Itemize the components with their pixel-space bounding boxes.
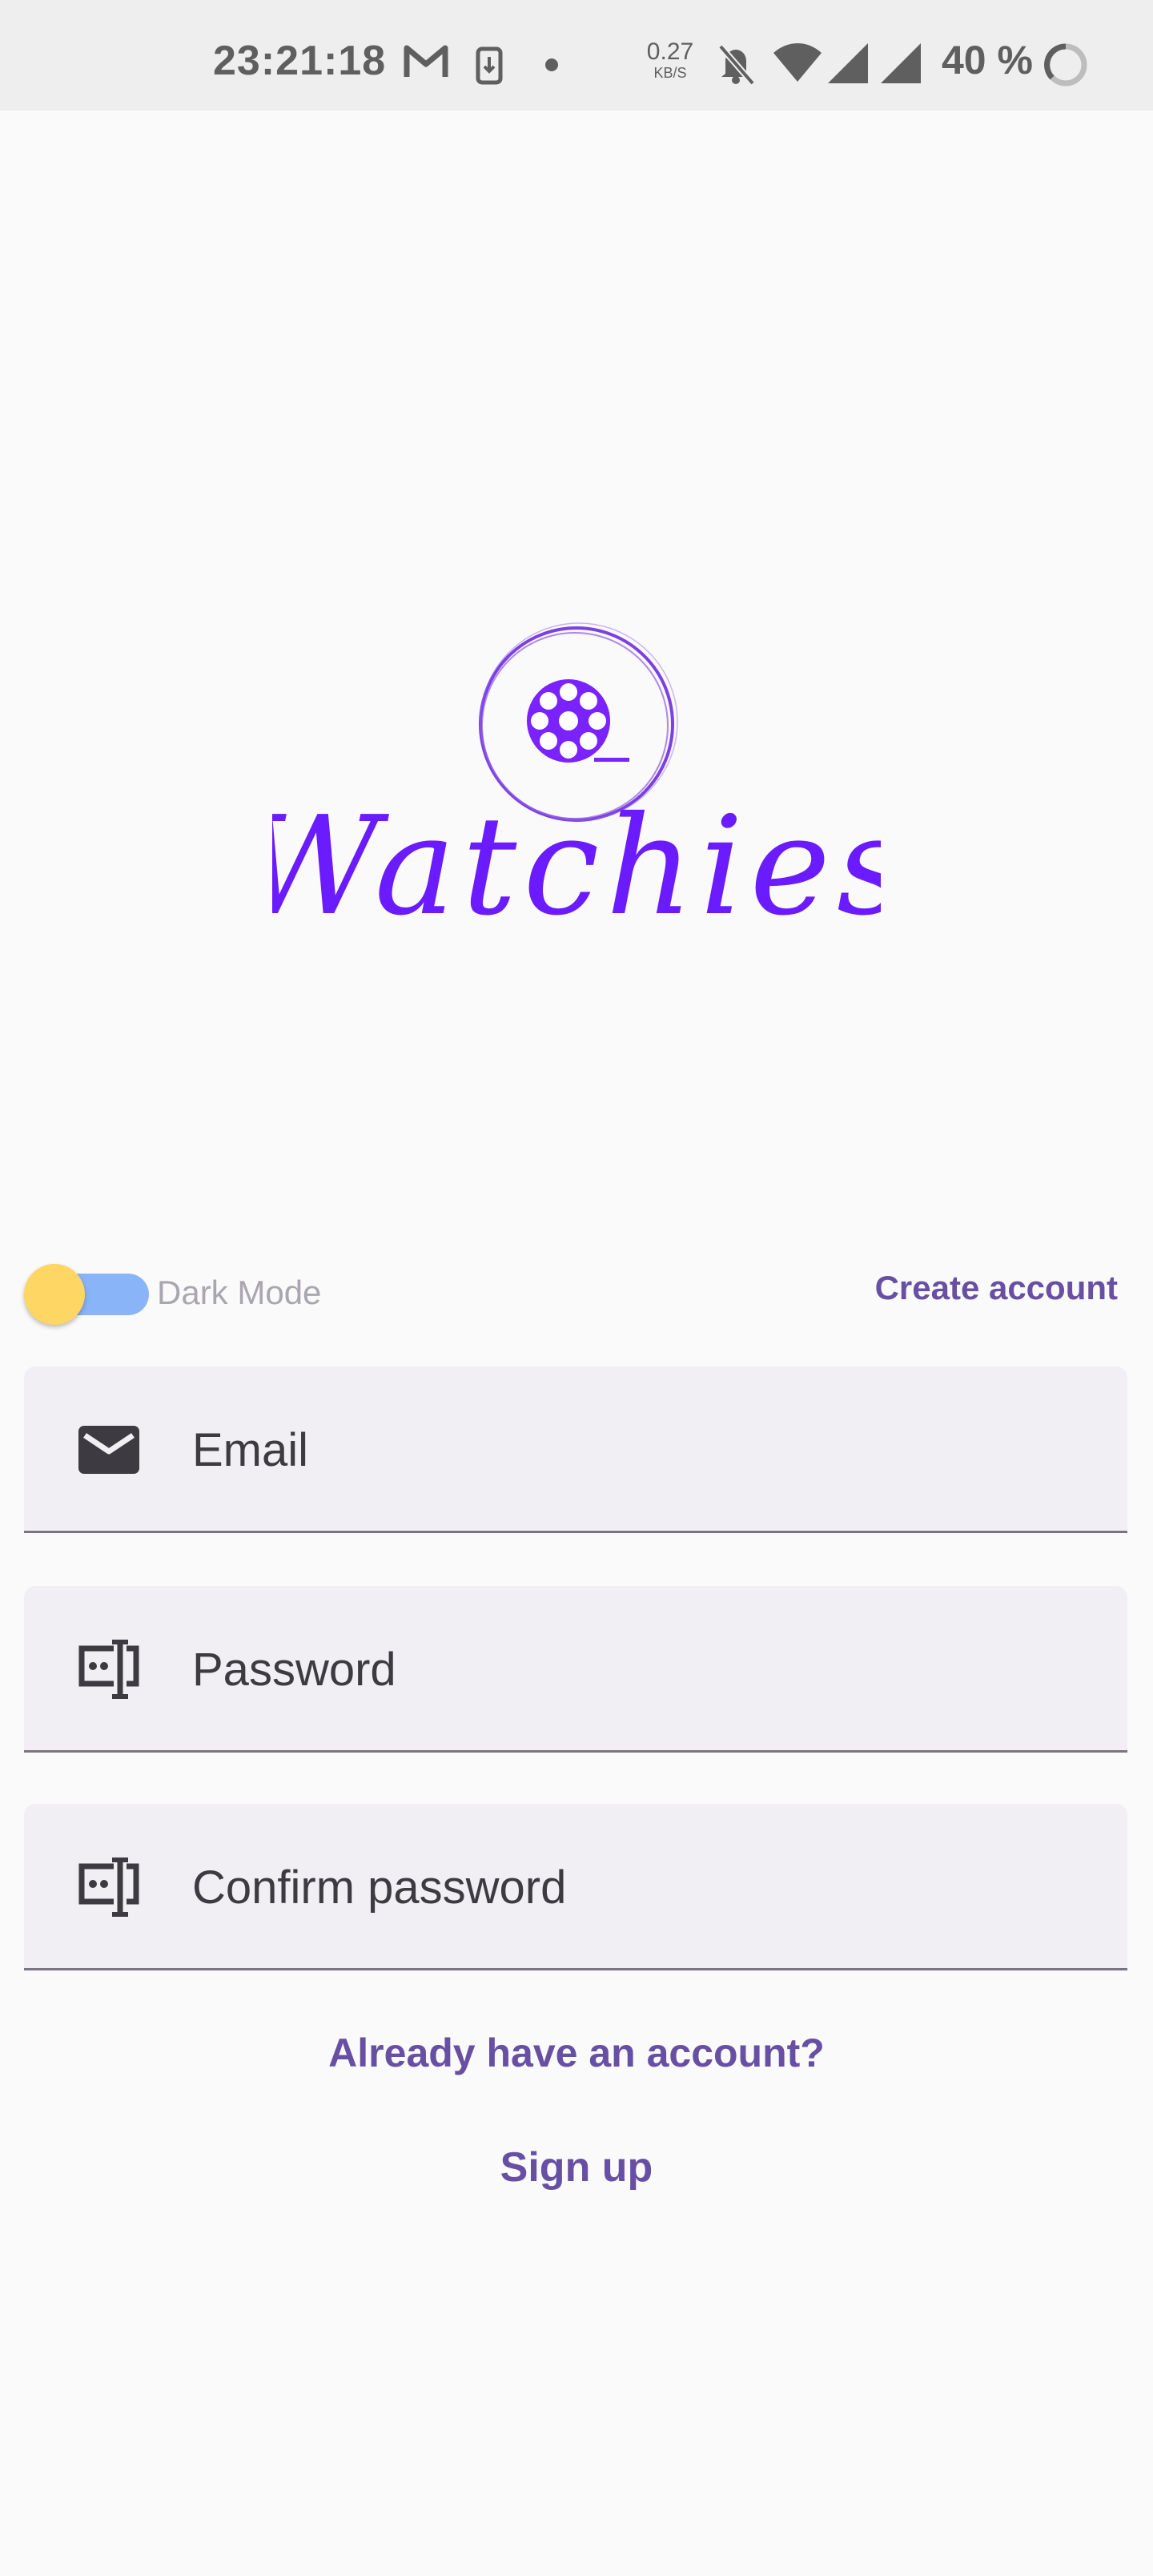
status-time: 23:21:18 — [213, 38, 387, 84]
toggle-thumb — [24, 1264, 85, 1325]
create-account-link[interactable]: Create account — [875, 1269, 1118, 1307]
password-icon — [78, 1640, 139, 1699]
battery-percent: 40 % — [942, 38, 1033, 83]
already-have-account-link[interactable]: Already have an account? — [0, 2030, 1153, 2076]
sign-up-button[interactable]: Sign up — [0, 2143, 1153, 2192]
status-bar: 23:21:18 0.27 KB/S 40 % — [0, 0, 1153, 111]
mail-icon — [78, 1426, 139, 1474]
confirm-password-field[interactable] — [24, 1804, 1127, 1970]
logo-wordmark: Watchies — [272, 787, 881, 946]
dark-mode-label: Dark Mode — [157, 1274, 322, 1311]
password-input[interactable] — [192, 1618, 1089, 1721]
password-icon — [78, 1858, 139, 1917]
gmail-icon — [404, 45, 448, 77]
confirm-password-input[interactable] — [192, 1836, 1089, 1938]
bell-off-icon — [717, 44, 756, 85]
dark-mode-toggle[interactable] — [24, 1262, 149, 1325]
network-speed-unit: KB/S — [653, 65, 687, 81]
download-icon — [476, 46, 503, 85]
dot-icon — [545, 58, 558, 71]
email-input[interactable] — [192, 1399, 1089, 1501]
signal-icon-2 — [881, 43, 921, 83]
password-field[interactable] — [24, 1586, 1127, 1753]
network-speed: 0.27 KB/S — [642, 38, 698, 81]
signal-icon — [828, 43, 868, 83]
email-field[interactable] — [24, 1366, 1127, 1533]
battery-ring-icon — [1044, 43, 1087, 87]
watchies-logo: Watchies — [272, 622, 881, 946]
film-reel-icon — [527, 679, 629, 763]
network-speed-value: 0.27 — [646, 38, 694, 65]
wifi-icon — [773, 43, 822, 82]
